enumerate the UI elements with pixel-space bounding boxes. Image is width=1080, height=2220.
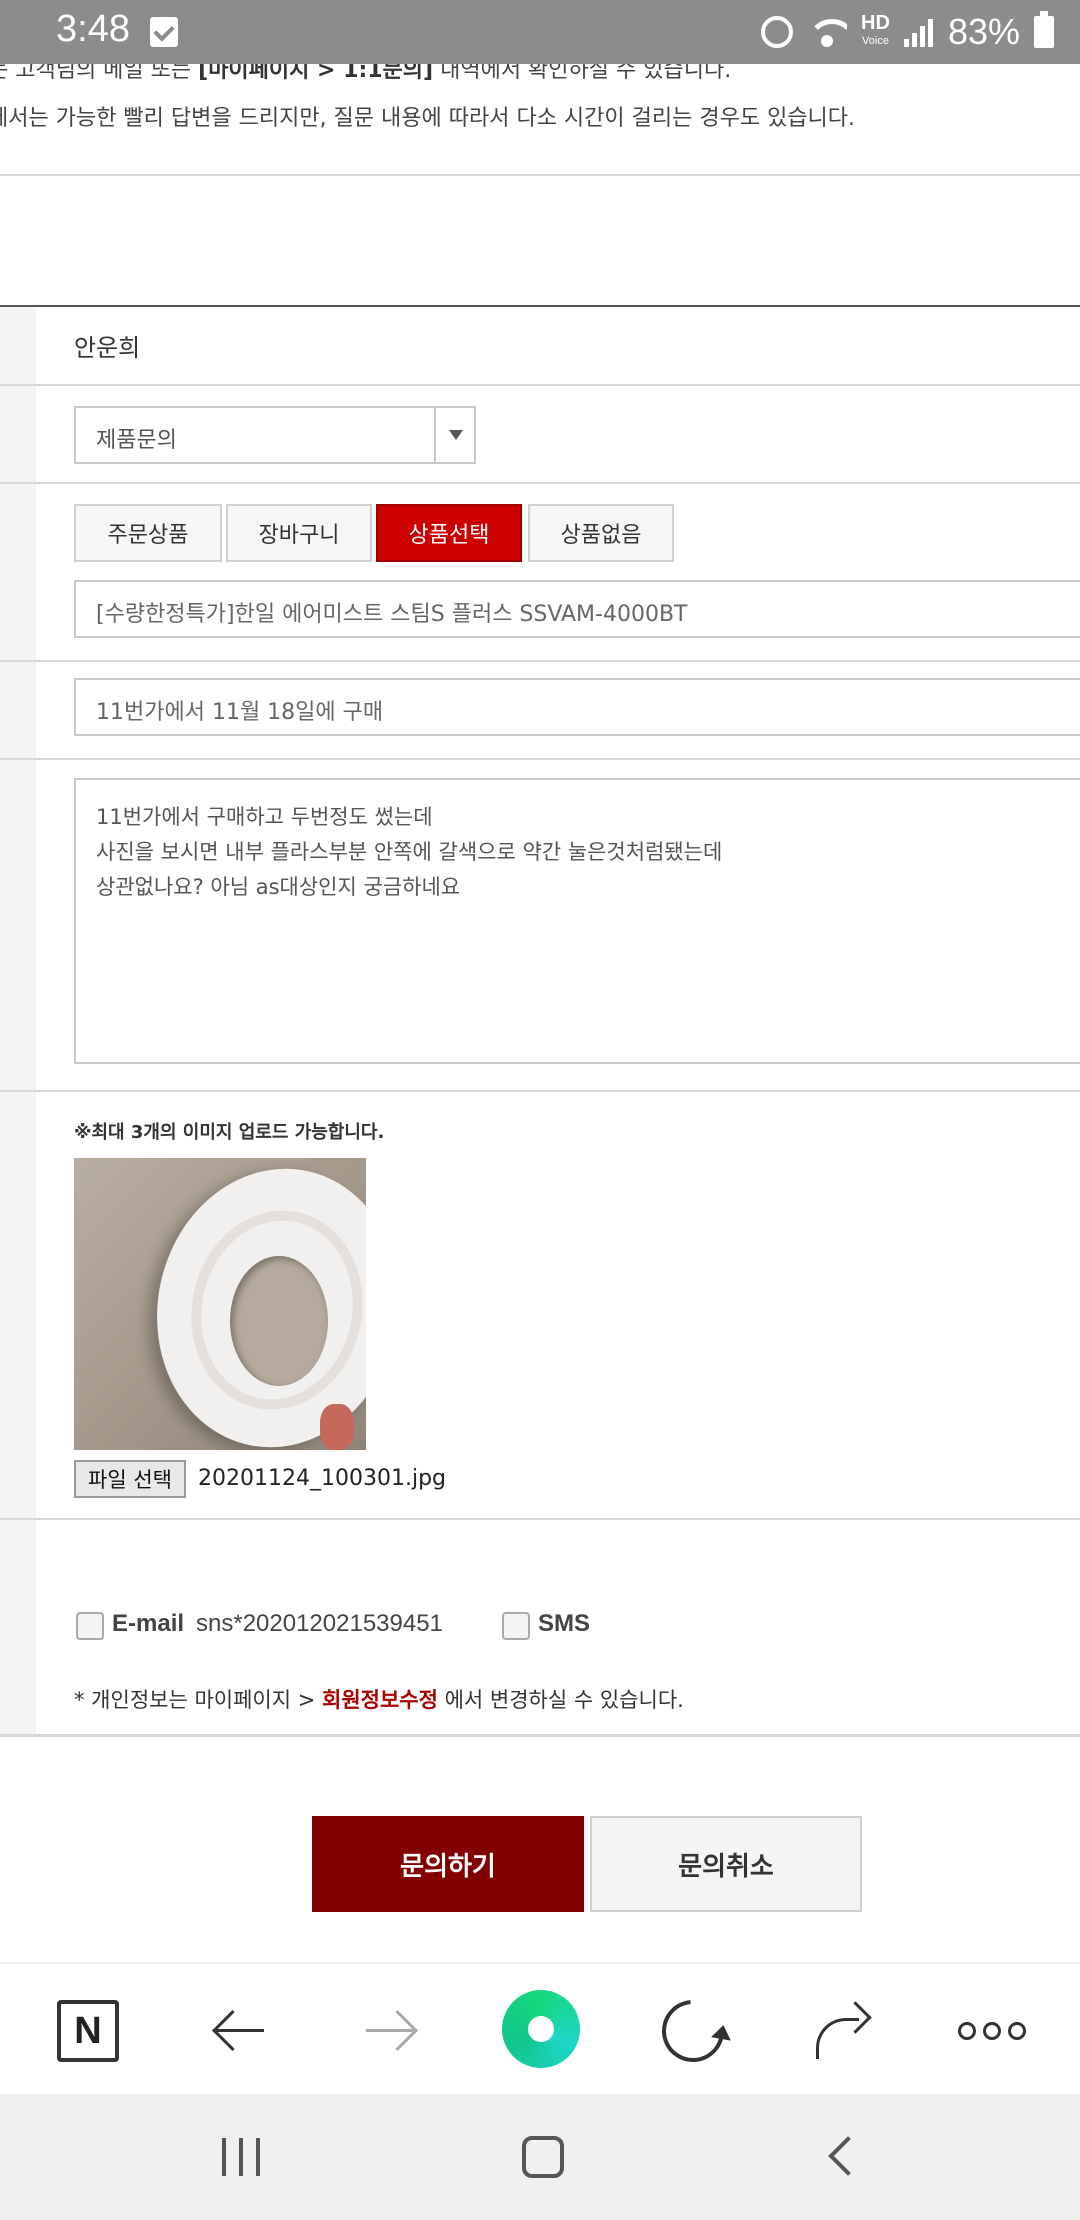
label-column [0,307,36,1735]
naver-n-icon[interactable]: N [57,2000,119,2062]
notice-line-1: 는 고객님의 메일 또는 [마이페이지 > 1:1문의] 내역에서 확인하실 수… [0,64,731,84]
sms-checkbox[interactable] [502,1612,530,1640]
submit-inquiry-button[interactable]: 문의하기 [312,1816,584,1912]
sms-label: SMS [538,1610,591,1637]
subject-input[interactable]: 11번가에서 11월 18일에 구매 [74,678,1080,736]
page-content: 는 고객님의 메일 또는 [마이페이지 > 1:1문의] 내역에서 확인하실 수… [0,64,1080,1962]
battery-icon [1034,11,1054,48]
email-label: E-mail [112,1610,185,1637]
row-divider [0,1090,1080,1092]
email-value: sns*202012021539451 [196,1610,443,1637]
body-line: 11번가에서 구매하고 두번정도 썼는데 [96,805,433,829]
row-divider [0,384,1080,386]
cancel-inquiry-button[interactable]: 문의취소 [590,1816,862,1912]
photo-hole-shape [230,1256,328,1386]
green-dot-icon[interactable] [502,1990,580,2068]
file-select-button[interactable]: 파일 선택 [74,1460,186,1498]
status-icons: HD Voice 83% [761,10,1054,54]
form-bottom-border [0,1734,1080,1737]
back-arrow-icon[interactable] [212,2000,268,2062]
signal-icon [903,17,934,47]
hd-sub-label: Voice [862,35,889,47]
tab-select-product[interactable]: 상품선택 [376,504,522,562]
privacy-notice: * 개인정보는 마이페이지 > 회원정보수정 에서 변경하실 수 있습니다. [74,1684,684,1714]
notice-prefix: 는 고객님의 메일 또는 [0,64,199,83]
inquiry-type-select[interactable]: 제품문의 [74,406,476,464]
uploaded-photo-thumbnail[interactable] [74,1158,366,1450]
row-divider [0,660,1080,662]
body-line: 상관없나요? 아님 as대상인지 궁금하네요 [96,875,461,899]
status-bar: 3:48 HD Voice 83% [0,0,1080,64]
tab-cart[interactable]: 장바구니 [226,504,372,562]
nav-back-icon[interactable] [828,2136,868,2176]
privacy-suffix: 에서 변경하실 수 있습니다. [437,1688,684,1712]
photo-finger-shape [320,1404,354,1450]
inquiry-type-value: 제품문의 [96,428,177,453]
notice-bold: [마이페이지 > 1:1문의] [198,64,434,83]
email-checkbox[interactable] [76,1612,104,1640]
system-nav-bar [0,2094,1080,2220]
share-icon[interactable] [812,2000,874,2062]
hd-voice-icon: HD Voice [861,12,890,50]
tab-no-product[interactable]: 상품없음 [528,504,674,562]
privacy-prefix: * 개인정보는 마이페이지 > [74,1688,322,1712]
author-name: 안운희 [74,334,141,362]
divider [0,174,1080,176]
recents-icon[interactable] [222,2138,260,2176]
alarm-icon [761,16,794,48]
inquiry-body-textarea[interactable]: 11번가에서 구매하고 두번정도 썼는데 사진을 보시면 내부 플라스부분 안쪽… [74,778,1080,1064]
upload-note: ※최대 3개의 이미지 업로드 가능합니다. [74,1122,385,1143]
row-divider [0,758,1080,760]
body-line: 사진을 보시면 내부 플라스부분 안쪽에 갈색으로 약간 눌은것처럼됐는데 [96,840,723,864]
notice-line-2: 에서는 가능한 빨리 답변을 드리지만, 질문 내용에 따라서 다소 시간이 걸… [0,106,856,131]
forward-arrow-icon[interactable] [362,2000,418,2062]
refresh-icon[interactable] [649,1987,737,2075]
form-top-border [0,305,1080,307]
file-name: 20201124_100301.jpg [198,1466,446,1491]
status-time: 3:48 [56,8,130,50]
home-icon[interactable] [522,2136,564,2178]
check-icon [150,17,178,47]
hd-label: HD [861,12,890,34]
more-icon[interactable] [958,2000,1026,2062]
dropdown-arrow-icon[interactable] [434,408,474,462]
browser-toolbar: N [0,1962,1080,2094]
row-divider [0,1518,1080,1520]
notice-suffix: 내역에서 확인하실 수 있습니다. [433,64,732,83]
tab-order-items[interactable]: 주문상품 [74,504,222,562]
wifi-icon [807,17,848,47]
battery-percent: 83% [947,11,1020,52]
selected-product-field[interactable]: [수량한정특가]한일 에어미스트 스팀S 플러스 SSVAM-4000BT [74,580,1080,638]
row-divider [0,482,1080,484]
member-info-edit-link[interactable]: 회원정보수정 [322,1688,438,1712]
